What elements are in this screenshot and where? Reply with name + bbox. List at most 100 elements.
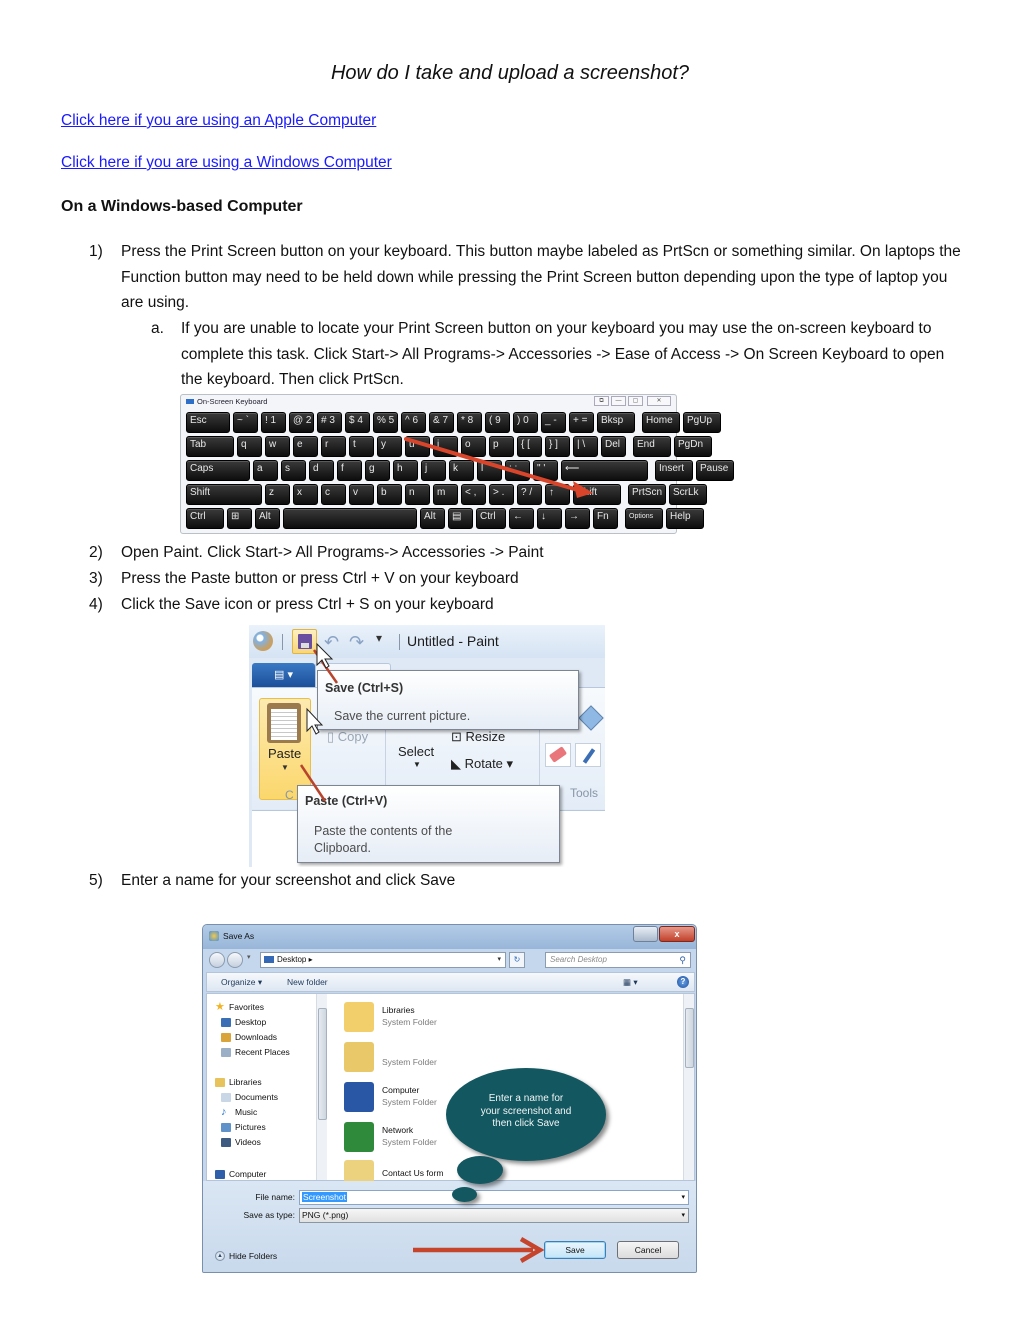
- apple-computer-link[interactable]: Click here if you are using an Apple Com…: [61, 112, 376, 130]
- star-icon: ★: [215, 1000, 225, 1013]
- paste-label: Paste: [268, 746, 302, 761]
- save-type-select: PNG (*.png) ▾: [299, 1208, 689, 1223]
- key-↑: ↑: [545, 484, 570, 505]
- key-q: q: [237, 436, 262, 457]
- restore-button: [633, 926, 658, 942]
- user-folder-icon: [344, 1042, 374, 1072]
- videos-icon: [221, 1137, 231, 1147]
- key-w: w: [265, 436, 290, 457]
- key-k: k: [449, 460, 474, 481]
- redo-icon: ↷: [349, 632, 365, 652]
- file-list-scrollbar: [683, 994, 694, 1180]
- key-^-6: ^ 6: [401, 412, 426, 433]
- save-icon: [292, 629, 317, 654]
- key-j: j: [421, 460, 446, 481]
- osk-title: On-Screen Keyboard: [186, 397, 267, 406]
- key-_--: _ -: [541, 412, 566, 433]
- new-folder-button: New folder: [287, 977, 328, 987]
- key-i: i: [433, 436, 458, 457]
- key-ctrl: Ctrl: [476, 508, 506, 529]
- key-p: p: [489, 436, 514, 457]
- key-alt: Alt: [255, 508, 280, 529]
- customize-dropdown-icon: ▾: [376, 631, 383, 645]
- key-b: b: [377, 484, 402, 505]
- documents-icon: [221, 1092, 231, 1102]
- substep-letter: a.: [151, 320, 164, 337]
- key-a: a: [253, 460, 278, 481]
- downloads-icon: [221, 1032, 231, 1042]
- hide-folders-toggle: ▲ Hide Folders: [215, 1251, 277, 1261]
- copy-label: ▯ Copy: [327, 729, 369, 744]
- nav-item-favorites: ★ Favorites: [215, 1000, 264, 1013]
- paint-window-title: Untitled - Paint: [407, 633, 499, 649]
- step-4: 4) Click the Save icon or press Ctrl + S…: [89, 596, 494, 613]
- key-del: Del: [601, 436, 626, 457]
- file-name-label: File name:: [255, 1192, 295, 1202]
- cancel-button: Cancel: [617, 1241, 679, 1259]
- dialog-bottom-panel: File name: Screenshot ▾ Save as type: PN…: [203, 1181, 696, 1272]
- save-as-dialog-image: Save As x ▾ Desktop ▸ ▾ ↻ Search Desktop…: [202, 924, 697, 1273]
- dialog-title: Save As: [223, 931, 255, 941]
- save-type-label: Save as type:: [243, 1210, 295, 1220]
- select-dropdown-icon: ▼: [413, 760, 421, 769]
- windows-computer-link[interactable]: Click here if you are using a Windows Co…: [61, 154, 392, 172]
- step-1: 1) Press the Print Screen button on your…: [89, 239, 969, 319]
- key-m: m: [433, 484, 458, 505]
- step-2: 2) Open Paint. Click Start-> All Program…: [89, 544, 544, 561]
- step-1a: a. If you are unable to locate your Prin…: [151, 316, 951, 396]
- keyboard-icon: [186, 399, 194, 404]
- key-*-8: * 8: [457, 412, 482, 433]
- dialog-body: ★ Favorites Desktop Downloads Recent Places L…: [206, 993, 695, 1190]
- tools-group-label: Tools: [570, 786, 599, 800]
- desktop-icon: [221, 1017, 231, 1027]
- key-⟵: ⟵: [561, 460, 648, 481]
- file-name-field: Screenshot ▾: [299, 1190, 689, 1205]
- save-tooltip: Save (Ctrl+S) Save the current picture.: [317, 670, 579, 730]
- desktop-icon: [264, 956, 274, 963]
- nav-item-recent-places: Recent Places: [221, 1047, 290, 1057]
- key-pgdn: PgDn: [674, 436, 712, 457]
- libraries-icon: [215, 1077, 225, 1087]
- key-caps: Caps: [186, 460, 250, 481]
- nav-item-libraries: Libraries: [215, 1077, 262, 1087]
- key-~-`: ~ `: [233, 412, 258, 433]
- key-y: y: [377, 436, 402, 457]
- view-options-icon: ▦ ▾: [623, 977, 638, 987]
- key-t: t: [349, 436, 374, 457]
- nav-item-pictures: Pictures: [221, 1122, 266, 1132]
- key-e: e: [293, 436, 318, 457]
- key-shift: Shift: [573, 484, 621, 505]
- key-"-': " ': [533, 460, 558, 481]
- key-ctrl: Ctrl: [186, 508, 224, 529]
- key-f: f: [337, 460, 362, 481]
- key-u: u: [405, 436, 430, 457]
- collapse-icon: ▲: [215, 1251, 225, 1261]
- navigation-row: ▾ Desktop ▸ ▾ ↻ Search Desktop ⚲: [203, 949, 696, 971]
- key-}-]: } ]: [545, 436, 570, 457]
- resize-label: ⊡ Resize: [451, 729, 506, 744]
- key-$-4: $ 4: [345, 412, 370, 433]
- nav-item-videos: Videos: [221, 1137, 261, 1147]
- paste-dropdown-icon: ▼: [281, 763, 289, 772]
- key-⊞: ⊞: [227, 508, 252, 529]
- osk-minimize-icon: —: [611, 396, 626, 406]
- paste-tooltip: Paste (Ctrl+V) Paste the contents of the…: [297, 785, 560, 863]
- key-←: ←: [509, 508, 534, 529]
- key-bksp: Bksp: [597, 412, 635, 433]
- address-dropdown-icon: ▾: [497, 956, 501, 963]
- key-home: Home: [642, 412, 680, 433]
- search-field: Search Desktop ⚲: [545, 952, 691, 968]
- paint-app-icon: [209, 931, 219, 941]
- music-icon: ♪: [221, 1105, 227, 1118]
- step-5: 5) Enter a name for your screenshot and …: [89, 872, 456, 889]
- paint-app-icon: [253, 631, 273, 651]
- nav-item-computer: Computer: [215, 1169, 266, 1179]
- key-n: n: [405, 484, 430, 505]
- key-g: g: [365, 460, 390, 481]
- key-end: End: [633, 436, 671, 457]
- callout-bubble-tiny: [452, 1187, 477, 1202]
- dialog-toolbar: Organize ▾ New folder ▦ ▾ ?: [206, 972, 695, 992]
- refresh-icon: ↻: [509, 952, 525, 968]
- callout-bubble-small: [457, 1156, 503, 1184]
- key-fn: Fn: [593, 508, 618, 529]
